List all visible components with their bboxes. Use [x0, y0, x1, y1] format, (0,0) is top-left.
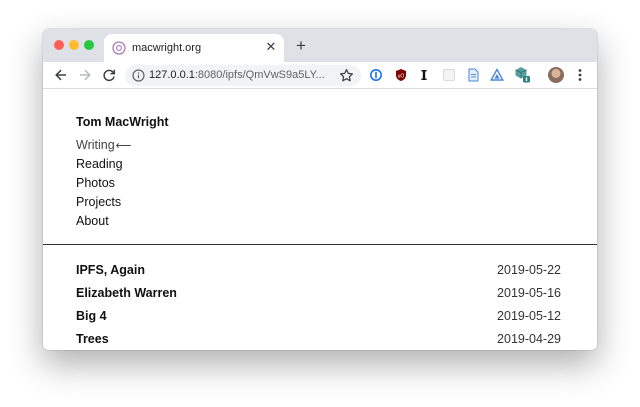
instapaper-extension-icon[interactable]: [417, 68, 431, 82]
new-tab-button[interactable]: +: [293, 37, 309, 54]
nav-item-about[interactable]: About: [76, 212, 131, 231]
onepassword-extension-icon[interactable]: [369, 68, 383, 82]
post-row[interactable]: Elizabeth Warren 2019-05-16: [76, 286, 561, 309]
post-date: 2019-04-29: [497, 332, 561, 346]
browser-window: macwright.org ✕ + 127.0.0.1:8080/ipfs/Qm…: [43, 29, 597, 350]
site-favicon-icon: [112, 41, 126, 55]
post-date: 2019-05-12: [497, 309, 561, 323]
post-list: IPFS, Again 2019-05-22 Elizabeth Warren …: [76, 263, 561, 350]
post-date: 2019-05-22: [497, 263, 561, 277]
window-maximize-button[interactable]: [84, 40, 94, 50]
post-row[interactable]: Big 4 2019-05-12: [76, 309, 561, 332]
window-minimize-button[interactable]: [69, 40, 79, 50]
post-title[interactable]: IPFS, Again: [76, 263, 145, 277]
post-title[interactable]: Trees: [76, 332, 109, 346]
nav-item-label: Writing: [76, 138, 115, 152]
site-name[interactable]: Tom MacWright: [76, 115, 169, 129]
nav-item-reading[interactable]: Reading: [76, 155, 131, 174]
post-title[interactable]: Elizabeth Warren: [76, 286, 177, 300]
post-title[interactable]: Big 4: [76, 309, 107, 323]
nav-item-photos[interactable]: Photos: [76, 174, 131, 193]
forward-icon[interactable]: [77, 67, 93, 83]
ublock-extension-icon[interactable]: uO: [394, 68, 408, 82]
divider: [43, 244, 597, 245]
address-bar[interactable]: 127.0.0.1:8080/ipfs/QmVwS9a5LY...: [125, 65, 361, 86]
svg-text:uO: uO: [398, 73, 405, 79]
nav-item-projects[interactable]: Projects: [76, 193, 131, 212]
post-row[interactable]: IPFS, Again 2019-05-22: [76, 263, 561, 286]
doc-extension-icon[interactable]: [466, 68, 480, 82]
window-close-button[interactable]: [54, 40, 64, 50]
info-icon[interactable]: [132, 69, 145, 82]
post-date: 2019-05-16: [497, 286, 561, 300]
active-arrow-icon: ⟵: [115, 140, 132, 152]
nav-item-writing[interactable]: Writing⟵: [76, 136, 131, 155]
url-path: :8080/ipfs/QmVwS9a5LY...: [194, 69, 325, 81]
browser-tab[interactable]: macwright.org ✕: [104, 34, 284, 62]
cube-extension-icon[interactable]: [514, 66, 531, 83]
post-row[interactable]: Trees 2019-04-29: [76, 332, 561, 350]
reload-icon[interactable]: [101, 67, 117, 83]
star-icon[interactable]: [339, 68, 354, 83]
blank-extension-icon[interactable]: [442, 68, 456, 82]
triangle-extension-icon[interactable]: [490, 68, 504, 82]
browser-toolbar: 127.0.0.1:8080/ipfs/QmVwS9a5LY... uO: [43, 62, 597, 89]
back-icon[interactable]: [53, 67, 69, 83]
tab-strip: macwright.org ✕ +: [43, 29, 597, 62]
tab-close-icon[interactable]: ✕: [264, 40, 278, 54]
profile-avatar[interactable]: [548, 67, 564, 83]
url-host: 127.0.0.1: [149, 69, 195, 81]
url-text: 127.0.0.1:8080/ipfs/QmVwS9a5LY...: [149, 69, 325, 81]
page-content: Tom MacWright Writing⟵ Reading Photos Pr…: [43, 89, 597, 350]
menu-icon[interactable]: [575, 67, 585, 83]
site-nav: Writing⟵ Reading Photos Projects About: [76, 136, 131, 231]
tab-title: macwright.org: [132, 42, 202, 54]
